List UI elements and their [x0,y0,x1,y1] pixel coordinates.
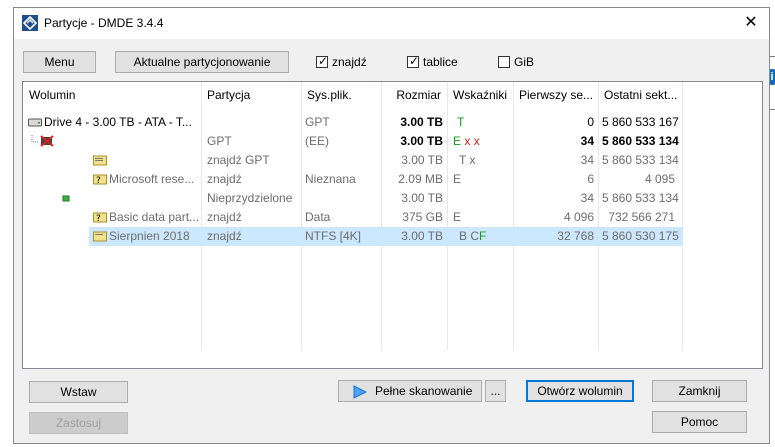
partition-cell: znajdź GPT [207,153,270,167]
filesystem-cell: NTFS [4K] [305,229,362,243]
last-sector-cell: 5 860 533 134 [602,153,679,167]
find-checkbox-label: znajdź [332,55,367,69]
first-sector-cell: 0 [587,115,594,129]
table-row[interactable]: ? Microsoft rese... znajdź Nieznana 2.09… [23,170,683,189]
partition-cell: znajdź [207,210,242,224]
last-sector-cell: 5 860 530 175 [602,229,679,243]
filesystem-cell: Nieznana [305,172,356,186]
table-row[interactable]: GPT (EE) 3.00 TB E x x 34 5 860 533 134 [23,132,683,151]
first-sector-cell: 34 [580,191,594,205]
hard-drive-icon [28,118,42,127]
menu-button[interactable]: Menu [23,51,96,73]
column-header-last-sector[interactable]: Ostatni sekt... [598,82,683,108]
checkbox-box[interactable] [498,56,510,68]
flags-cell: T x [459,153,476,167]
column-header-filesystem[interactable]: Sys.plik. [301,82,381,108]
column-header-size[interactable]: Rozmiar [381,82,447,108]
first-sector-cell: 4 096 [563,210,594,224]
first-sector-cell: 34 [580,153,594,167]
gib-checkbox-label: GiB [514,55,535,69]
checkbox-box[interactable]: ✓ [316,54,329,68]
unallocated-icon [62,195,70,202]
size-cell: 375 GB [402,210,443,224]
table-row[interactable]: znajdź GPT 3.00 TB T x 34 5 860 533 134 [23,151,683,170]
svg-text:?: ? [96,176,101,185]
insert-button[interactable]: Wstaw [29,381,128,403]
open-volume-button[interactable]: Otwórz wolumin [526,380,634,402]
table-row[interactable]: ? Basic data part... znajdź Data 375 GB … [23,208,683,227]
full-scan-label: Pełne skanowanie [375,384,473,398]
partitions-dialog: Partycje - DMDE 3.4.4 ✕ Menu Aktualne pa… [13,7,770,444]
column-header-first-sector[interactable]: Pierwszy se... [513,82,598,108]
tree-connector-icon [31,135,54,147]
table-row[interactable]: Nieprzydzielone 3.00 TB 34 5 860 533 134 [23,189,683,208]
volume-cell: Basic data part... [109,210,200,224]
play-icon [353,385,367,399]
first-sector-cell: 32 768 [557,229,594,243]
partition-cell: znajdź [207,229,242,243]
last-sector-cell: 732 566 271 [608,210,675,224]
partition-cell: GPT [207,134,232,148]
column-header-flags[interactable]: Wskaźniki [447,82,513,108]
flag-f: F [479,229,487,243]
close-button[interactable]: Zamknij [652,380,747,402]
checkbox-box[interactable]: ✓ [407,54,420,68]
size-cell: 3.00 TB [401,191,443,205]
volume-cell: Drive 4 - 3.00 TB - ATA - T... [44,115,192,129]
checkmark-icon: ✓ [409,54,420,68]
column-header-partition[interactable]: Partycja [201,82,301,108]
flags-cell: T [457,115,465,129]
tables-checkbox-label: tablice [423,55,458,69]
size-cell: 3.00 TB [400,134,443,148]
full-scan-button[interactable]: Pełne skanowanie [338,380,482,402]
flag-bc: B C [459,229,480,243]
partition-cell: znajdź [207,172,242,186]
unknown-partition-icon: ? [93,174,107,185]
flags-cell: B CF [447,227,513,246]
filesystem-cell: (EE) [305,134,329,148]
last-sector-cell: 4 095 [644,172,675,186]
size-cell: 3.00 TB [401,153,443,167]
filesystem-cell: Data [305,210,331,224]
partitions-table[interactable]: Wolumin Partycja Sys.plik. Rozmiar Wskaź… [22,81,763,369]
flag-xx: x x [464,134,480,148]
partition-cell: Nieprzydzielone [207,191,293,205]
size-cell: 3.00 TB [401,229,443,243]
table-row[interactable]: Drive 4 - 3.00 TB - ATA - T... GPT 3.00 … [23,113,683,132]
checkmark-icon: ✓ [318,54,329,68]
svg-text:?: ? [96,214,101,223]
help-button[interactable]: Pomoc [652,411,747,433]
flag-e: E [453,134,462,148]
table-row[interactable]: Sierpnien 2018 znajdź NTFS [4K] 3.00 TB … [23,227,683,246]
volume-cell: Sierpnien 2018 [109,229,190,243]
last-sector-cell: 5 860 533 167 [602,115,679,129]
current-partitioning-button[interactable]: Aktualne partycjonowanie [115,51,289,73]
first-sector-cell: 34 [580,134,594,148]
size-cell: 3.00 TB [400,115,443,129]
last-sector-cell: 5 860 533 134 [602,134,679,148]
size-cell: 2.09 MB [398,172,443,186]
flags-cell: E [453,172,462,186]
unknown-partition-icon: ? [93,212,107,223]
partition-folder-icon [93,231,107,242]
flags-cell: E [453,210,462,224]
dmde-app-icon [22,15,38,31]
last-sector-cell: 5 860 533 134 [602,191,679,205]
flags-cell: E x x [447,132,513,151]
apply-button[interactable]: Zastosuj [29,412,128,434]
column-header-volume[interactable]: Wolumin [23,82,201,108]
partition-folder-icon [93,155,107,166]
window-title: Partycje - DMDE 3.4.4 [44,16,164,30]
first-sector-cell: 6 [587,172,594,186]
filesystem-cell: GPT [305,115,330,129]
volume-cell: Microsoft rese... [109,172,195,186]
close-icon[interactable]: ✕ [741,13,761,33]
more-options-button[interactable]: ... [485,380,506,402]
title-bar: Partycje - DMDE 3.4.4 ✕ [14,8,769,39]
